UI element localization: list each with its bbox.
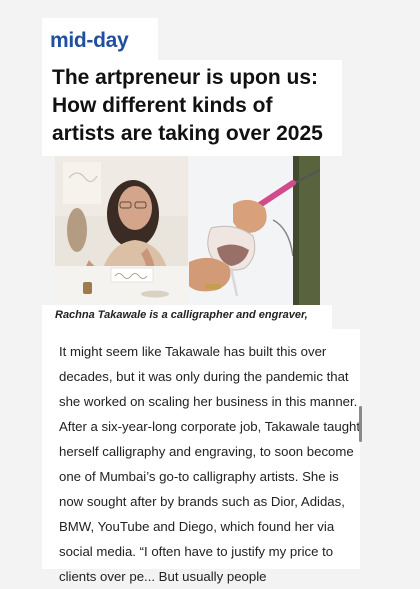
body-line: herself calligraphy and engraving, to so… — [59, 444, 354, 459]
engraving-photo — [189, 156, 320, 305]
body-line: clients over pe... But usually people — [59, 569, 267, 584]
article-body: It might seem like Takawale has built th… — [59, 339, 361, 589]
body-line: BMW, YouTube and Diego, which found her … — [59, 519, 335, 534]
body-line: decades, but it was only during the pand… — [59, 369, 349, 384]
headline-line: The artpreneur is upon us: — [52, 66, 319, 89]
image-caption: Rachna Takawale is a calligrapher and en… — [55, 309, 308, 321]
headline-line: How different kinds of — [52, 94, 273, 117]
headline-line: artists are taking over 2025 — [52, 122, 323, 145]
scrollbar-thumb[interactable] — [359, 406, 362, 442]
body-line: now sought after by brands such as Dior,… — [59, 494, 345, 509]
body-line: one of Mumbai’s go-to calligraphy artist… — [59, 469, 339, 484]
midday-logo[interactable]: mid-day — [50, 30, 129, 52]
body-line: she worked on scaling her business in th… — [59, 394, 358, 409]
body-line: social media. “I often have to justify m… — [59, 544, 334, 559]
article-headline: The artpreneur is upon us: How different… — [52, 64, 342, 148]
body-line: It might seem like Takawale has built th… — [59, 344, 327, 359]
body-line: After a six-year-long corporate job, Tak… — [59, 419, 361, 434]
calligrapher-photo — [55, 156, 188, 305]
